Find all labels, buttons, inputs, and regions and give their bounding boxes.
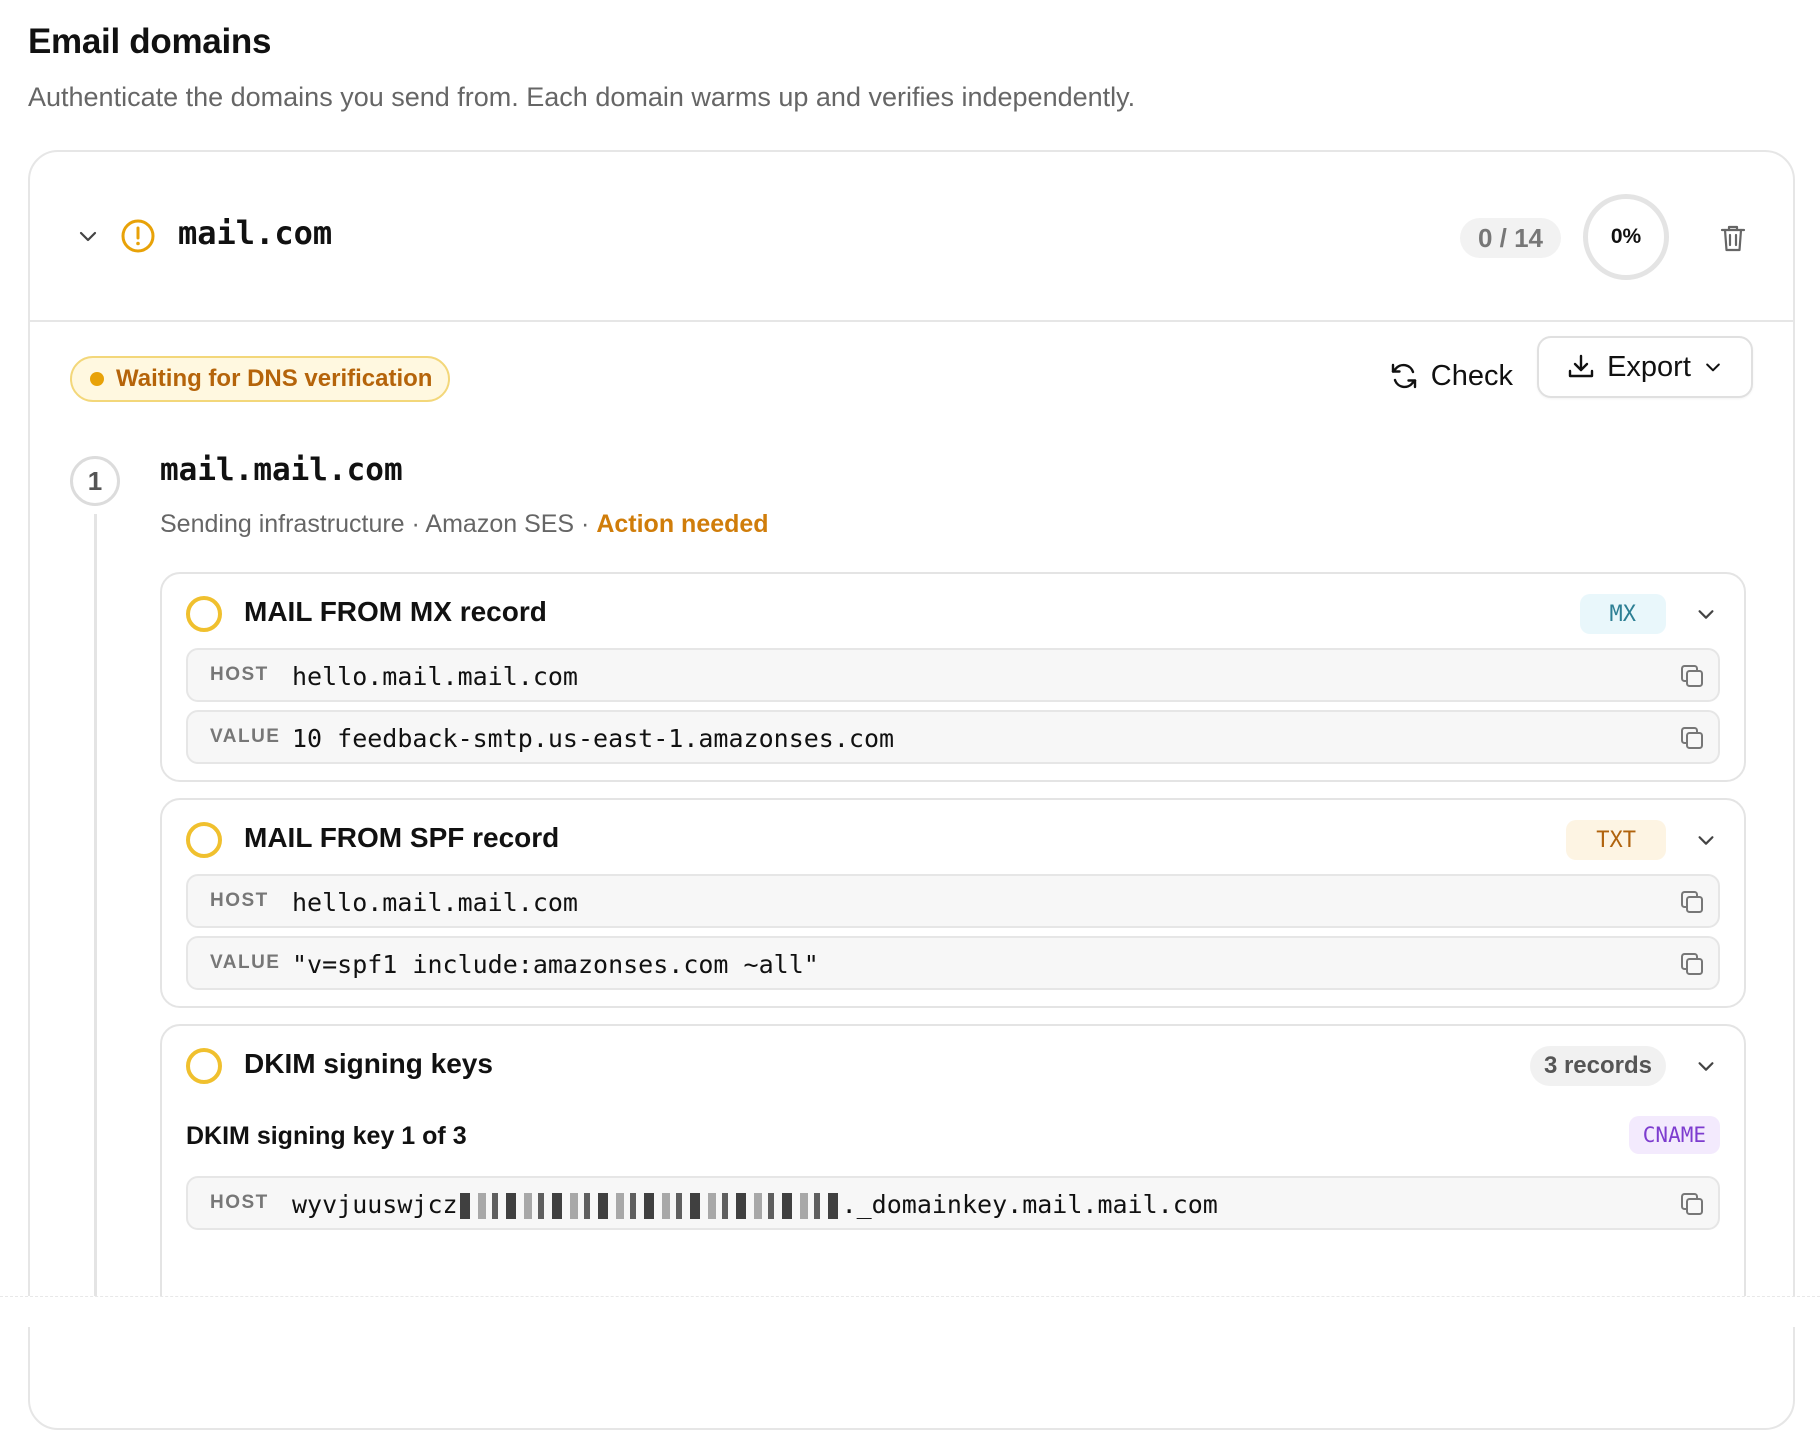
host-suffix: ._domainkey.mail.mail.com bbox=[841, 1190, 1218, 1219]
copy-host-button[interactable] bbox=[1676, 886, 1708, 918]
chevron-down-icon bbox=[1698, 1062, 1714, 1071]
record-expand-button[interactable] bbox=[1688, 822, 1724, 858]
domain-name: mail.com bbox=[178, 214, 333, 252]
record-expand-button[interactable] bbox=[1688, 596, 1724, 632]
warning-circle-icon bbox=[121, 219, 155, 253]
export-button-label: Export bbox=[1607, 350, 1691, 383]
copy-icon bbox=[1681, 891, 1703, 913]
step-connector-line bbox=[94, 514, 97, 1314]
domain-header[interactable]: mail.com 0 / 14 0% bbox=[30, 152, 1793, 322]
chevron-down-icon bbox=[1698, 610, 1714, 619]
status-dot bbox=[90, 372, 104, 386]
record-header[interactable]: MAIL FROM SPF record TXT bbox=[162, 800, 1744, 876]
step-meta: Sending infrastructure · Amazon SES · Ac… bbox=[160, 510, 769, 539]
copy-icon bbox=[1681, 727, 1703, 749]
value-value[interactable]: "v=spf1 include:amazonses.com ~all" bbox=[292, 950, 819, 979]
action-needed-label: Action needed bbox=[596, 510, 769, 538]
copy-host-button[interactable] bbox=[1676, 660, 1708, 692]
record-header[interactable]: MAIL FROM MX record MX bbox=[162, 574, 1744, 650]
export-button[interactable]: Export bbox=[1537, 336, 1753, 398]
chevron-down-icon bbox=[1698, 836, 1714, 845]
check-button[interactable]: Check bbox=[1389, 348, 1513, 404]
page-subtitle: Authenticate the domains you send from. … bbox=[28, 82, 1136, 112]
chevron-down-icon bbox=[1706, 363, 1720, 372]
dkim-key-title: DKIM signing key 1 of 3 bbox=[186, 1122, 467, 1150]
cutoff-edge bbox=[0, 1296, 1820, 1327]
step-title: mail.mail.com bbox=[160, 452, 403, 488]
step-number: 1 bbox=[70, 456, 120, 506]
record-count-badge: 3 records bbox=[1529, 1046, 1666, 1086]
record-header[interactable]: DKIM signing keys 3 records bbox=[162, 1026, 1744, 1102]
host-label: HOST bbox=[210, 664, 269, 685]
host-label: HOST bbox=[210, 890, 269, 911]
copy-host-button[interactable] bbox=[1676, 1188, 1708, 1220]
download-icon bbox=[1568, 354, 1594, 378]
host-value[interactable]: hello.mail.mail.com bbox=[292, 888, 578, 917]
record-type-badge: TXT bbox=[1566, 820, 1666, 860]
record-card-dkim: DKIM signing keys 3 records DKIM signing… bbox=[160, 1024, 1746, 1324]
host-value[interactable]: wyvjuuswjcz ._domainkey.mail.mail.com bbox=[292, 1190, 1218, 1219]
domain-card: mail.com 0 / 14 0% Waiting for DNS verif… bbox=[28, 150, 1795, 1430]
check-button-label: Check bbox=[1430, 359, 1513, 392]
progress-ring: 0% bbox=[1583, 194, 1669, 280]
record-type-badge: CNAME bbox=[1628, 1116, 1720, 1154]
copy-icon bbox=[1681, 953, 1703, 975]
host-field: HOST hello.mail.mail.com bbox=[186, 648, 1720, 702]
pending-status-icon bbox=[186, 1048, 222, 1084]
value-value[interactable]: 10 feedback-smtp.us-east-1.amazonses.com bbox=[292, 724, 894, 753]
value-label: VALUE bbox=[210, 952, 281, 973]
verification-count-badge: 0 / 14 bbox=[1459, 218, 1561, 258]
pending-status-icon bbox=[186, 822, 222, 858]
copy-icon bbox=[1681, 1193, 1703, 1215]
trash-icon bbox=[1720, 225, 1746, 252]
copy-icon bbox=[1681, 665, 1703, 687]
page-title: Email domains bbox=[28, 22, 272, 61]
value-label: VALUE bbox=[210, 726, 281, 747]
value-field: VALUE 10 feedback-smtp.us-east-1.amazons… bbox=[186, 710, 1720, 764]
collapse-toggle-button[interactable] bbox=[66, 214, 110, 258]
copy-value-button[interactable] bbox=[1676, 948, 1708, 980]
record-card-mx: MAIL FROM MX record MX HOST hello.mail.m… bbox=[160, 572, 1746, 782]
copy-value-button[interactable] bbox=[1676, 722, 1708, 754]
record-type-badge: MX bbox=[1579, 594, 1666, 634]
host-field: HOST hello.mail.mail.com bbox=[186, 874, 1720, 928]
delete-domain-button[interactable] bbox=[1711, 216, 1755, 260]
status-text: Waiting for DNS verification bbox=[116, 365, 433, 392]
redacted-block bbox=[459, 1193, 840, 1219]
step-meta-text: Sending infrastructure · Amazon SES · bbox=[160, 510, 597, 538]
pending-status-icon bbox=[186, 596, 222, 632]
host-field: HOST wyvjuuswjcz ._domainkey.mail.mail.co… bbox=[186, 1176, 1720, 1230]
refresh-icon bbox=[1391, 363, 1416, 389]
host-value[interactable]: hello.mail.mail.com bbox=[292, 662, 578, 691]
record-expand-button[interactable] bbox=[1688, 1048, 1724, 1084]
record-title: MAIL FROM SPF record bbox=[244, 822, 560, 853]
host-label: HOST bbox=[210, 1192, 269, 1213]
value-field: VALUE "v=spf1 include:amazonses.com ~all… bbox=[186, 936, 1720, 990]
record-title: DKIM signing keys bbox=[244, 1048, 493, 1079]
record-card-txt: MAIL FROM SPF record TXT HOST hello.mail… bbox=[160, 798, 1746, 1008]
status-badge: Waiting for DNS verification bbox=[70, 356, 451, 402]
record-title: MAIL FROM MX record bbox=[244, 596, 547, 627]
host-prefix: wyvjuuswjcz bbox=[292, 1190, 458, 1219]
chevron-down-icon bbox=[79, 231, 97, 242]
